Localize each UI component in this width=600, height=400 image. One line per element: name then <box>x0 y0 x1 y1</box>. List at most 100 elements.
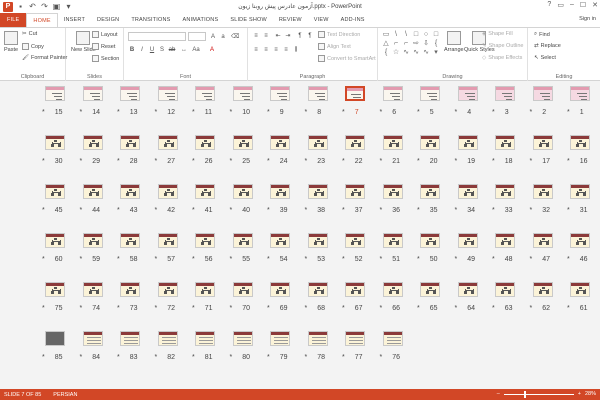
transition-star-icon[interactable]: * <box>342 256 345 263</box>
tab-animations[interactable]: ANIMATIONS <box>177 13 225 27</box>
slide-thumbnail[interactable] <box>120 331 140 346</box>
shape-fill-button[interactable]: ◈ Shape Fill <box>482 31 513 37</box>
transition-star-icon[interactable]: * <box>492 158 495 165</box>
shape-elbow-icon[interactable]: ⌐ <box>402 40 410 47</box>
slide-thumbnail[interactable] <box>232 233 253 248</box>
transition-star-icon[interactable]: * <box>417 109 420 116</box>
slide-thumbnail[interactable] <box>382 233 403 248</box>
tab-view[interactable]: VIEW <box>308 13 335 27</box>
transition-star-icon[interactable]: * <box>380 256 383 263</box>
transition-star-icon[interactable]: * <box>417 207 420 214</box>
clear-format-icon[interactable]: ⌫ <box>231 33 239 41</box>
transition-star-icon[interactable]: * <box>342 207 345 214</box>
transition-star-icon[interactable]: * <box>192 256 195 263</box>
slide-thumbnail[interactable] <box>307 135 328 150</box>
transition-star-icon[interactable]: * <box>380 354 383 361</box>
justify-icon[interactable]: ≡ <box>282 46 290 54</box>
slide-thumbnail[interactable] <box>82 282 103 297</box>
slide-thumbnail[interactable] <box>420 282 440 297</box>
align-right-icon[interactable]: ≡ <box>272 46 280 54</box>
transition-star-icon[interactable]: * <box>155 305 158 312</box>
rtl-icon[interactable]: ¶ <box>296 32 304 40</box>
transition-star-icon[interactable]: * <box>567 256 570 263</box>
transition-star-icon[interactable]: * <box>305 109 308 116</box>
slide-thumbnail[interactable] <box>120 233 140 248</box>
zoom-slider[interactable] <box>503 390 574 398</box>
slide-thumbnail[interactable] <box>345 86 365 101</box>
transition-star-icon[interactable]: * <box>305 158 308 165</box>
transition-star-icon[interactable]: * <box>455 109 458 116</box>
transition-star-icon[interactable]: * <box>455 256 458 263</box>
transition-star-icon[interactable]: * <box>305 354 308 361</box>
slide-thumbnail[interactable] <box>157 184 178 199</box>
slide-thumbnail[interactable] <box>570 282 590 297</box>
shape-rectangle-icon[interactable]: □ <box>412 31 420 38</box>
transition-star-icon[interactable]: * <box>492 109 495 116</box>
section-button[interactable]: Section <box>92 55 119 62</box>
transition-star-icon[interactable]: * <box>192 207 195 214</box>
transition-star-icon[interactable]: * <box>342 305 345 312</box>
shape-curve-icon[interactable]: ∿ <box>422 49 430 56</box>
slide-thumbnail[interactable] <box>495 282 515 297</box>
slide-thumbnail[interactable] <box>532 184 553 199</box>
transition-star-icon[interactable]: * <box>230 158 233 165</box>
transition-star-icon[interactable]: * <box>455 305 458 312</box>
convert-smartart-button[interactable]: Convert to SmartArt <box>318 55 376 62</box>
transition-star-icon[interactable]: * <box>192 305 195 312</box>
slide-thumbnail[interactable] <box>195 282 215 297</box>
slide-thumbnail[interactable] <box>270 135 290 150</box>
strikethrough-icon[interactable]: ab <box>168 46 176 54</box>
transition-star-icon[interactable]: * <box>230 256 233 263</box>
transition-star-icon[interactable]: * <box>417 305 420 312</box>
transition-star-icon[interactable]: * <box>117 158 120 165</box>
replace-button[interactable]: ⇄ Replace <box>534 43 561 49</box>
slide-thumbnail[interactable] <box>495 135 515 150</box>
font-name-box[interactable] <box>128 32 186 41</box>
tab-review[interactable]: REVIEW <box>273 13 308 27</box>
slide-thumbnail[interactable] <box>345 282 365 297</box>
slide-thumbnail[interactable] <box>307 282 328 297</box>
transition-star-icon[interactable]: * <box>417 256 420 263</box>
transition-star-icon[interactable]: * <box>567 207 570 214</box>
slide-thumbnail[interactable] <box>232 282 253 297</box>
transition-star-icon[interactable]: * <box>380 207 383 214</box>
slide-thumbnail[interactable] <box>307 233 328 248</box>
slide-thumbnail[interactable] <box>457 86 478 101</box>
format-painter-button[interactable]: 🖌 Format Painter <box>22 55 67 61</box>
transition-star-icon[interactable]: * <box>80 109 83 116</box>
transition-star-icon[interactable]: * <box>80 207 83 214</box>
shadow-icon[interactable]: S <box>158 46 166 54</box>
slide-thumbnail[interactable] <box>195 184 215 199</box>
minimize-icon[interactable]: – <box>570 1 574 9</box>
transition-star-icon[interactable]: * <box>117 109 120 116</box>
slide-thumbnail[interactable] <box>232 331 253 346</box>
transition-star-icon[interactable]: * <box>305 305 308 312</box>
slide-thumbnail[interactable] <box>120 135 140 150</box>
help-icon[interactable]: ? <box>547 1 551 9</box>
slide-thumbnail[interactable] <box>382 135 403 150</box>
zoom-slider-thumb[interactable] <box>523 390 526 398</box>
transition-star-icon[interactable]: * <box>80 354 83 361</box>
change-case-icon[interactable]: Aa <box>192 46 200 54</box>
tab-transitions[interactable]: TRANSITIONS <box>125 13 176 27</box>
transition-star-icon[interactable]: * <box>155 158 158 165</box>
transition-star-icon[interactable]: * <box>530 109 533 116</box>
slide-thumbnail[interactable] <box>232 135 253 150</box>
slide-thumbnail[interactable] <box>270 86 290 101</box>
transition-star-icon[interactable]: * <box>230 354 233 361</box>
transition-star-icon[interactable]: * <box>155 354 158 361</box>
slide-thumbnail[interactable] <box>382 86 403 101</box>
transition-star-icon[interactable]: * <box>80 305 83 312</box>
slide-thumbnail[interactable] <box>270 233 290 248</box>
slide-thumbnail[interactable] <box>307 331 328 346</box>
slide-thumbnail[interactable] <box>232 184 253 199</box>
transition-star-icon[interactable]: * <box>192 354 195 361</box>
transition-star-icon[interactable]: * <box>492 256 495 263</box>
tab-insert[interactable]: INSERT <box>58 13 91 27</box>
slide-thumbnail[interactable] <box>382 184 403 199</box>
layout-button[interactable]: Layout <box>92 31 118 38</box>
transition-star-icon[interactable]: * <box>342 158 345 165</box>
slide-thumbnail[interactable] <box>457 233 478 248</box>
find-button[interactable]: ⌕ Find <box>534 31 550 38</box>
slide-thumbnail[interactable] <box>157 86 178 101</box>
